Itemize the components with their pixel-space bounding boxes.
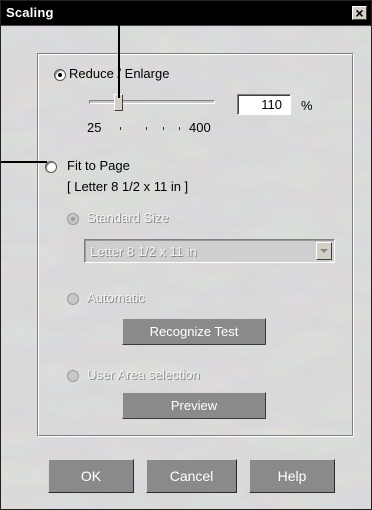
close-button[interactable]: × [352, 5, 367, 21]
slider-tick [179, 127, 180, 130]
automatic-radio[interactable] [67, 293, 79, 305]
slider-tick [163, 127, 164, 130]
slider-tick [120, 127, 121, 130]
slider-tick [146, 127, 147, 130]
scale-slider-track[interactable] [89, 100, 215, 104]
standard-size-label[interactable]: Standard Size [87, 210, 169, 225]
help-button[interactable]: Help [249, 459, 335, 493]
preview-button[interactable]: Preview [122, 392, 266, 419]
ok-button[interactable]: OK [48, 459, 134, 493]
recognize-test-button[interactable]: Recognize Test [122, 318, 266, 345]
window-title: Scaling [6, 5, 54, 20]
percent-unit-label: % [301, 98, 313, 113]
scaling-dialog: Scaling × Reduce / Enlarge 25 400 110 % … [0, 0, 372, 510]
close-icon: × [355, 5, 364, 21]
automatic-label[interactable]: Automatic [87, 290, 145, 305]
reduce-enlarge-radio[interactable] [54, 69, 66, 81]
title-bar[interactable]: Scaling × [1, 1, 371, 26]
paper-size-dropdown[interactable]: Letter 8 1/2 x 11 in [84, 239, 335, 263]
dropdown-arrow-button[interactable] [316, 242, 332, 260]
callout-line-fit-to-page [1, 161, 47, 163]
paper-size-dropdown-value: Letter 8 1/2 x 11 in [90, 244, 197, 259]
user-area-label[interactable]: User Area selection [87, 367, 200, 382]
cancel-button[interactable]: Cancel [146, 459, 237, 493]
user-area-radio[interactable] [67, 370, 79, 382]
slider-max-label: 400 [189, 120, 211, 135]
paper-size-label: [ Letter 8 1/2 x 11 in ] [67, 179, 189, 194]
scale-percent-input[interactable]: 110 [237, 94, 291, 115]
slider-min-label: 25 [87, 120, 102, 135]
callout-line-slider [118, 1, 120, 98]
chevron-down-icon [320, 249, 328, 253]
standard-size-radio[interactable] [67, 213, 79, 225]
fit-to-page-label[interactable]: Fit to Page [67, 158, 130, 173]
